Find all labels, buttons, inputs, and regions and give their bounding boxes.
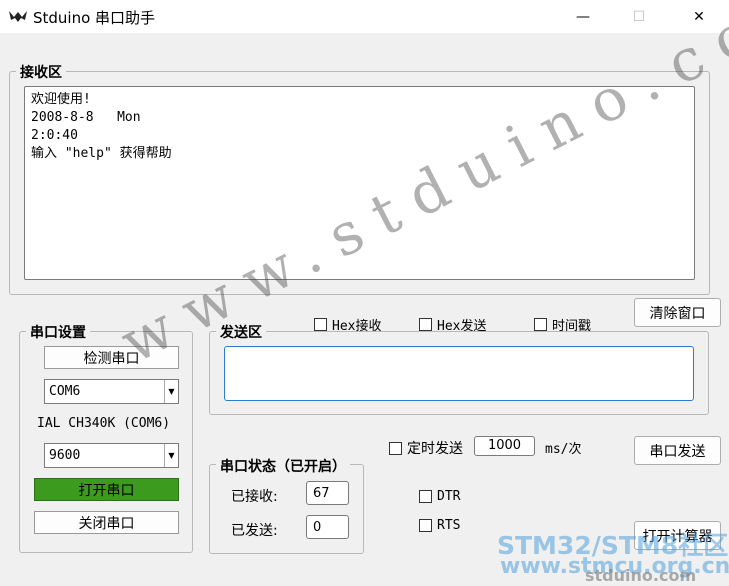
window-title: Stduino 串口助手 xyxy=(33,9,156,27)
interval-input[interactable]: 1000 xyxy=(474,436,535,456)
chevron-down-icon: ▼ xyxy=(164,380,178,403)
minimize-icon: — xyxy=(576,8,590,25)
status-group xyxy=(209,464,364,554)
receive-legend: 接收区 xyxy=(16,62,66,82)
watermark-line-3: stduino.com xyxy=(585,566,697,585)
port-select[interactable]: COM6 ▼ xyxy=(44,379,179,404)
baud-rate-select[interactable]: 9600 ▼ xyxy=(44,443,179,468)
chevron-down-icon: ▼ xyxy=(164,444,178,467)
port-select-value: COM6 xyxy=(49,384,81,399)
serial-settings-legend: 串口设置 xyxy=(26,322,90,342)
checkbox-box xyxy=(534,318,547,331)
minimize-button[interactable]: — xyxy=(560,0,606,33)
close-port-button[interactable]: 关闭串口 xyxy=(34,511,179,534)
checkbox-box xyxy=(419,519,432,532)
clear-window-button[interactable]: 清除窗口 xyxy=(634,298,721,327)
rts-label: RTS xyxy=(437,518,461,533)
app-logo-icon xyxy=(9,11,27,22)
checkbox-box xyxy=(314,318,327,331)
title-bar[interactable]: Stduino 串口助手 — ☐ ✕ xyxy=(0,0,729,33)
send-button[interactable]: 串口发送 xyxy=(634,436,721,465)
checkbox-box xyxy=(389,441,402,455)
baud-rate-value: 9600 xyxy=(49,448,81,463)
device-label: IAL CH340K (COM6) xyxy=(37,416,171,431)
send-text-area[interactable] xyxy=(224,346,694,401)
received-label: 已接收: xyxy=(231,489,278,505)
dtr-checkbox[interactable]: DTR xyxy=(419,489,460,504)
maximize-button[interactable]: ☐ xyxy=(616,0,662,33)
timed-send-checkbox[interactable]: 定时发送 xyxy=(389,438,463,458)
checkbox-box xyxy=(419,318,432,331)
sent-count: 0 xyxy=(306,515,349,539)
rts-checkbox[interactable]: RTS xyxy=(419,518,460,533)
sent-label: 已发送: xyxy=(231,523,278,539)
received-count: 67 xyxy=(306,481,349,505)
maximize-icon: ☐ xyxy=(632,8,646,25)
interval-unit: ms/次 xyxy=(545,442,582,457)
open-port-button[interactable]: 打开串口 xyxy=(34,478,179,501)
dtr-label: DTR xyxy=(437,489,461,504)
timed-send-label: 定时发送 xyxy=(407,441,463,457)
status-legend: 串口状态（已开启） xyxy=(216,456,350,476)
checkbox-box xyxy=(419,490,432,503)
